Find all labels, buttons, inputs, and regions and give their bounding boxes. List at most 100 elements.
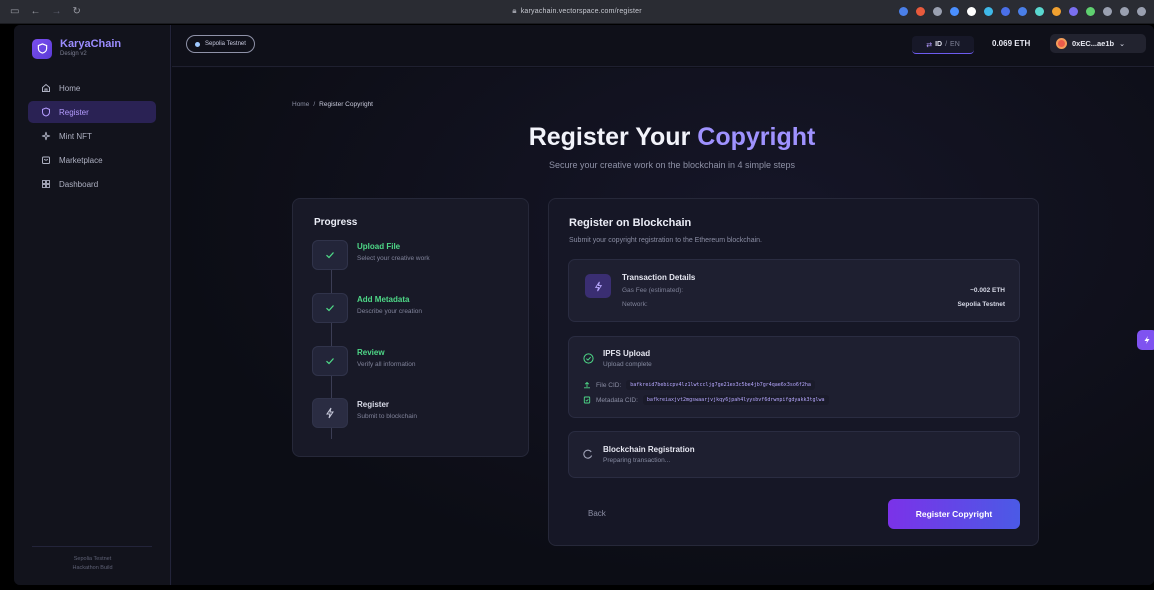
browser-extension-icon[interactable] bbox=[1103, 7, 1112, 16]
register-subtitle: Submit your copyright registration to th… bbox=[569, 237, 762, 244]
browser-extension-icon[interactable] bbox=[933, 7, 942, 16]
browser-extension-icon[interactable] bbox=[950, 7, 959, 16]
back-button[interactable]: Back bbox=[588, 509, 606, 518]
url-text: karyachain.vectorspace.com/register bbox=[520, 8, 642, 15]
browser-extension-icon[interactable] bbox=[899, 7, 908, 16]
sidebar-nav: Home Register Mint NFT Marketplace Dashb… bbox=[28, 77, 156, 197]
network-name: Sepolia Testnet bbox=[205, 41, 246, 47]
avatar bbox=[1056, 38, 1067, 49]
document-icon bbox=[583, 396, 591, 404]
sidebar-item-mint-nft[interactable]: Mint NFT bbox=[28, 125, 156, 147]
brand[interactable]: KaryaChain Design v2 bbox=[32, 38, 121, 59]
footer-network: Sepolia Testnet bbox=[73, 556, 112, 562]
grid-icon bbox=[42, 180, 50, 188]
register-title: Register on Blockchain bbox=[569, 217, 692, 229]
footer-build: Hackathon Build bbox=[72, 565, 113, 571]
breadcrumb: Home / Register Copyright bbox=[292, 101, 373, 108]
ipfs-upload-box: IPFS Upload Upload complete File CID: ba… bbox=[568, 336, 1020, 418]
top-bar: Sepolia Testnet ⇄ ID / EN 0.069 ETH 0xEC… bbox=[172, 25, 1154, 67]
browser-extension-icon[interactable] bbox=[916, 7, 925, 16]
metadata-cid-row: Metadata CID: bafkreiaxjvt2mgswaarjvjkqy… bbox=[583, 395, 829, 405]
lightning-icon bbox=[312, 398, 348, 428]
step-add-metadata: Add Metadata Describe your creation bbox=[312, 293, 512, 325]
browser-extension-icon[interactable] bbox=[1001, 7, 1010, 16]
sidebar-item-label: Dashboard bbox=[59, 179, 99, 189]
browser-extension-icon[interactable] bbox=[1052, 7, 1061, 16]
breadcrumb-current: Register Copyright bbox=[319, 101, 373, 108]
sidebar-item-register[interactable]: Register bbox=[28, 101, 156, 123]
transaction-details-title: Transaction Details bbox=[622, 273, 696, 282]
sidebar-item-marketplace[interactable]: Marketplace bbox=[28, 149, 156, 171]
step-title: Upload File bbox=[357, 242, 401, 251]
file-cid-row: File CID: bafkreid7bebicpv4lz1lwtccljg7g… bbox=[583, 380, 815, 390]
lang-other: EN bbox=[950, 41, 960, 48]
lang-separator: / bbox=[945, 41, 948, 48]
browser-extension-icon[interactable] bbox=[1086, 7, 1095, 16]
transaction-details-box: Transaction Details Gas Fee (estimated):… bbox=[568, 259, 1020, 322]
sidebar-item-home[interactable]: Home bbox=[28, 77, 156, 99]
sidebar-item-label: Marketplace bbox=[59, 155, 103, 165]
sidebar-item-label: Mint NFT bbox=[59, 131, 92, 141]
register-card: Register on Blockchain Submit your copyr… bbox=[548, 198, 1039, 546]
step-description: Verify all information bbox=[357, 361, 416, 368]
lightning-icon bbox=[585, 274, 611, 298]
network-badge[interactable]: Sepolia Testnet bbox=[186, 35, 255, 53]
sidebar-footer: Sepolia Testnet Hackathon Build bbox=[14, 555, 171, 573]
gas-fee-row: Gas Fee (estimated): ~0.002 ETH bbox=[622, 287, 1005, 294]
spinner-icon bbox=[583, 449, 593, 459]
language-switcher[interactable]: ⇄ ID / EN bbox=[912, 36, 974, 54]
upload-icon bbox=[584, 381, 590, 389]
brand-version: Design v2 bbox=[60, 51, 87, 57]
sidebar-item-dashboard[interactable]: Dashboard bbox=[28, 173, 156, 195]
gas-fee-label: Gas Fee (estimated): bbox=[622, 287, 684, 294]
blockchain-registration-status: Preparing transaction... bbox=[603, 457, 671, 464]
browser-extension-icon[interactable] bbox=[984, 7, 993, 16]
step-title: Add Metadata bbox=[357, 295, 410, 304]
progress-card: Progress Upload File Select your creativ… bbox=[292, 198, 529, 457]
status-dot-icon bbox=[195, 41, 200, 47]
step-description: Select your creative work bbox=[357, 255, 430, 262]
sidebar-item-label: Register bbox=[59, 107, 89, 117]
eth-balance: 0.069 ETH bbox=[992, 39, 1031, 48]
metadata-cid-value[interactable]: bafkreiaxjvt2mgswaarjvjkqy6jpah4lyysbvf6… bbox=[642, 395, 829, 405]
lightning-icon bbox=[1144, 336, 1150, 344]
quick-action-button[interactable] bbox=[1137, 330, 1154, 350]
file-cid-value[interactable]: bafkreid7bebicpv4lz1lwtccljg7ge21ex3c5be… bbox=[626, 380, 815, 390]
browser-extension-icon[interactable] bbox=[1018, 7, 1027, 16]
lang-active: ID bbox=[935, 41, 943, 48]
page-subtitle: Secure your creative work on the blockch… bbox=[548, 160, 796, 170]
breadcrumb-home[interactable]: Home bbox=[292, 101, 309, 108]
browser-extension-icon[interactable] bbox=[967, 7, 976, 16]
browser-extension-icon[interactable] bbox=[1069, 7, 1078, 16]
chevron-down-icon: ⌄ bbox=[1119, 40, 1125, 48]
sidebar-item-label: Home bbox=[59, 83, 81, 93]
wallet-button[interactable]: 0xEC...ae1b ⌄ bbox=[1050, 34, 1146, 53]
extension-icons bbox=[899, 7, 1146, 16]
blockchain-registration-title: Blockchain Registration bbox=[603, 445, 695, 454]
step-title: Register bbox=[357, 400, 390, 409]
network-value: Sepolia Testnet bbox=[957, 301, 1005, 308]
check-icon bbox=[312, 293, 348, 323]
gas-fee-value: ~0.002 ETH bbox=[970, 287, 1005, 294]
check-icon bbox=[312, 240, 348, 270]
network-row: Network: Sepolia Testnet bbox=[622, 301, 1005, 308]
sidebar: KaryaChain Design v2 Home Register Mint … bbox=[14, 25, 171, 585]
ipfs-status: Upload complete bbox=[603, 361, 652, 368]
check-icon bbox=[312, 346, 348, 376]
store-icon bbox=[42, 156, 50, 164]
page-title: Register Your Copyright bbox=[172, 123, 1154, 152]
metadata-cid-label: Metadata CID: bbox=[596, 396, 638, 404]
register-copyright-button[interactable]: Register Copyright bbox=[888, 499, 1020, 529]
translate-icon: ⇄ bbox=[926, 41, 933, 49]
browser-toolbar: ▭ ← → ↻ 🔒︎ karyachain.vectorspace.com/reg… bbox=[0, 0, 1154, 24]
ipfs-title: IPFS Upload bbox=[603, 349, 651, 358]
shield-icon bbox=[42, 107, 50, 117]
wallet-address: 0xEC...ae1b bbox=[1072, 39, 1115, 48]
step-description: Describe your creation bbox=[357, 308, 423, 315]
title-main: Register Your bbox=[528, 123, 698, 151]
check-circle-icon bbox=[583, 353, 594, 364]
browser-extension-icon[interactable] bbox=[1137, 7, 1146, 16]
step-description: Submit to blockchain bbox=[357, 413, 417, 420]
browser-extension-icon[interactable] bbox=[1120, 7, 1129, 16]
browser-extension-icon[interactable] bbox=[1035, 7, 1044, 16]
